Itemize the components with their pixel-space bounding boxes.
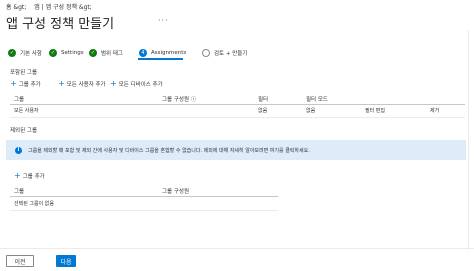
add-excluded-groups-button[interactable]: + 그룹 추가 xyxy=(14,171,45,181)
table-row-divider xyxy=(10,117,465,118)
included-groups-heading: 포함된 그룹 xyxy=(10,70,38,76)
column-header-filter: 필터 xyxy=(258,97,269,103)
page-title: 앱 구성 정책 만들기 xyxy=(6,17,115,32)
info-banner: i 그룹을 제외할 때 포함 및 제외 간에 사용자 및 디바이스 그룹을 혼합… xyxy=(6,140,466,160)
breadcrumb: 홈 &gt; 앱 | 앱 구성 정책 &gt; xyxy=(6,2,92,11)
excluded-column-header-members: 그룹 구성원 xyxy=(162,189,190,195)
plus-icon: + xyxy=(58,79,65,88)
remove-link[interactable]: 제거 xyxy=(430,107,439,114)
excluded-table-row-divider xyxy=(10,210,278,211)
column-header-filter-mode: 필터 모드 xyxy=(306,97,328,103)
more-options-icon[interactable]: ··· xyxy=(158,16,169,25)
empty-state-text: 선택된 그룹이 없음 xyxy=(14,201,54,207)
step-review-create[interactable]: 검토 + 만들기 xyxy=(202,46,247,60)
info-icon: i xyxy=(15,146,22,154)
check-icon: ✓ xyxy=(89,49,97,57)
row-filter: 없음 xyxy=(258,108,268,114)
step-settings[interactable]: ✓ Settings xyxy=(49,46,84,60)
edit-filter-link[interactable]: 필터 편집 xyxy=(365,107,385,114)
add-groups-button[interactable]: + 그룹 추가 xyxy=(10,79,41,89)
step-pending-icon xyxy=(202,49,210,57)
check-icon: ✓ xyxy=(8,49,16,57)
excluded-column-header-group: 그룹 xyxy=(14,189,25,195)
scrollbar-track[interactable] xyxy=(468,30,469,250)
table-header-divider xyxy=(10,104,465,105)
column-header-members: 그룹 구성원 ⓘ xyxy=(162,97,197,103)
add-all-users-button[interactable]: + 모든 사용자 추가 xyxy=(58,79,106,89)
step-basics[interactable]: ✓ 기본 사항 xyxy=(8,46,42,60)
table-row: 모든 사용자 없음 없음 필터 편집 제거 xyxy=(10,106,465,116)
plus-icon: + xyxy=(110,79,117,88)
excluded-groups-heading: 제외된 그룹 xyxy=(10,128,38,134)
breadcrumb-home-link[interactable]: 홈 &gt; xyxy=(6,4,26,11)
breadcrumb-current-link[interactable]: 앱 | 앱 구성 정책 &gt; xyxy=(34,4,92,11)
excluded-table-header-divider xyxy=(10,196,278,197)
add-all-devices-button[interactable]: + 모든 디바이스 추가 xyxy=(110,79,163,89)
plus-icon: + xyxy=(14,171,21,180)
check-icon: ✓ xyxy=(49,49,57,57)
previous-button[interactable]: 이전 xyxy=(6,255,34,267)
row-filter-mode: 없음 xyxy=(306,108,316,114)
step-scope-tags[interactable]: ✓ 범위 태그 xyxy=(89,46,123,60)
active-step-indicator xyxy=(138,58,183,60)
row-group-name: 모든 사용자 xyxy=(14,108,39,114)
footer-divider xyxy=(0,248,474,249)
column-header-group: 그룹 xyxy=(14,97,25,103)
plus-icon: + xyxy=(10,79,17,88)
next-button[interactable]: 다음 xyxy=(56,255,76,267)
step-number-icon: 4 xyxy=(139,49,147,57)
